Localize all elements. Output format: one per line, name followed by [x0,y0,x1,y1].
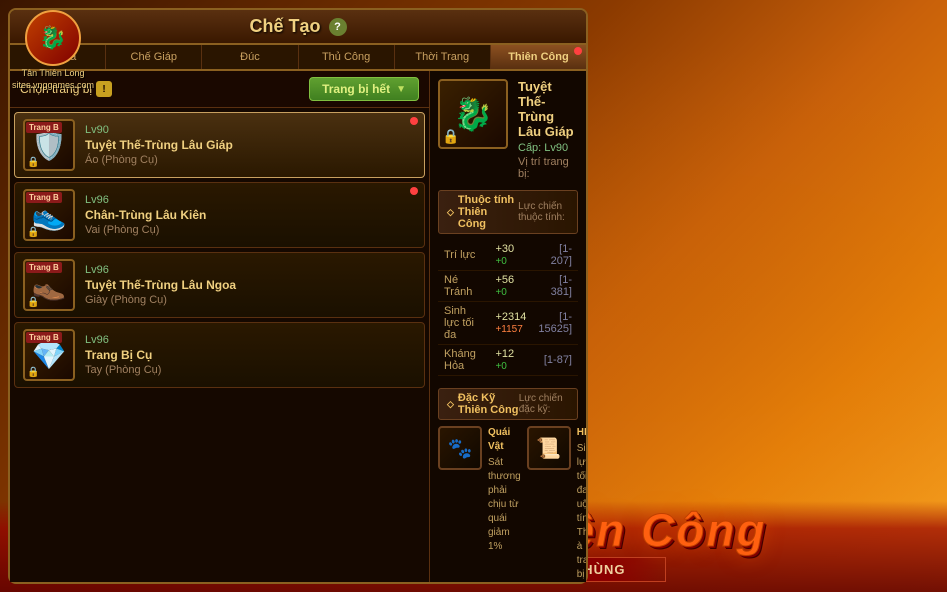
equip-badge: Trang B [26,262,62,273]
tab-thoi-trang[interactable]: Thời Trang [395,45,491,69]
main-panel: Chế Tạo ? May Vá Chế Giáp Đúc Thủ Công T… [8,8,588,584]
logo-subtext: sites.vnggames.com [12,80,94,90]
equip-details: Lv96 Trang Bị Cụ Tay (Phòng Cụ) [85,334,416,376]
item-position: Vị trí trang bị: [518,156,578,180]
equip-type: Vai (Phòng Cụ) [85,224,416,236]
equip-list[interactable]: 🛡️ Trang B 🔒 Lv90 Tuyệt Thế-Trùng Lâu Gi… [10,108,429,582]
stat-bonus: +0 [495,361,506,372]
special-desc: HP Sinh lực tối đa uộc tính Thiê à trang… [577,426,586,582]
equip-name: Tuyệt Thế-Trùng Lâu Giáp [85,138,416,152]
equip-type: Áo (Phòng Cụ) [85,154,416,166]
equip-level: Lv96 [85,264,416,276]
lock-icon: 🔒 [27,367,39,378]
tab-duc[interactable]: Đúc [202,45,298,69]
stat-range: [1-207] [532,240,578,271]
equip-badge: Trang B [26,332,62,343]
stats-table: Trí lực +30 +0 [1-207] Né Tránh +56 +0 [… [438,240,578,376]
stat-range: [1-87] [532,345,578,376]
stat-name: Kháng Hỏa [438,345,489,376]
attributes-header: Thuộc tính Thiên Công Lực chiến thuộc tí… [438,190,578,234]
equip-level: Lv90 [85,124,416,136]
equip-icon: 🛡️ Trang B 🔒 [23,119,75,171]
stat-bonus: +0 [495,287,506,298]
title-bar: Chế Tạo ? [10,10,586,45]
equip-type: Tay (Phòng Cụ) [85,364,416,376]
stat-value: +12 +0 [489,345,532,376]
equip-dot [410,117,418,125]
warning-icon: ! [96,81,112,97]
item-title: Tuyệt Thế-Trùng Lâu Giáp [518,79,578,139]
lock-icon: 🔒 [27,227,39,238]
tab-thien-cong[interactable]: Thiên Công [491,45,586,69]
stat-range: [1-381] [532,271,578,302]
item-level: Cấp: Lv90 [518,142,578,154]
item-big-icon: 🐉 🔒 [438,79,508,149]
stat-range: [1-15625] [532,302,578,345]
logo-area: 🐉 Tân Thiên Long sites.vnggames.com [12,10,94,90]
equip-type: Giày (Phòng Cụ) [85,294,416,306]
stat-name: Né Tránh [438,271,489,302]
equip-item[interactable]: 👞 Trang B 🔒 Lv96 Tuyệt Thế-Trùng Lâu Ngo… [14,252,425,318]
help-button[interactable]: ? [329,18,347,36]
item-lock-icon: 🔒 [442,128,459,145]
content-area: Chọn trang bị ! Trang bị hết ▼ 🛡️ Trang … [10,71,586,582]
equip-details: Lv90 Tuyệt Thế-Trùng Lâu Giáp Áo (Phòng … [85,124,416,166]
stat-value: +56 +0 [489,271,532,302]
equip-details: Lv96 Chân-Trùng Lâu Kiên Vai (Phòng Cụ) [85,194,416,236]
equip-dot [410,187,418,195]
special-header: Đặc Kỹ Thiên Công Lực chiến đặc kỹ: [438,388,578,420]
tab-notification [574,47,582,55]
attributes-title: Thuộc tính Thiên Công [447,194,518,230]
equip-item[interactable]: 🛡️ Trang B 🔒 Lv90 Tuyệt Thế-Trùng Lâu Gi… [14,112,425,178]
equip-name: Trang Bị Cụ [85,348,416,362]
equip-icon: 👞 Trang B 🔒 [23,259,75,311]
equip-badge: Trang B [26,192,62,203]
stat-bonus: +0 [495,256,506,267]
lock-icon: 🔒 [27,297,39,308]
equip-icon: 👟 Trang B 🔒 [23,189,75,241]
right-panel: 🐉 🔒 Tuyệt Thế-Trùng Lâu Giáp Cấp: Lv90 V… [430,71,586,582]
item-header: 🐉 🔒 Tuyệt Thế-Trùng Lâu Giáp Cấp: Lv90 V… [438,79,578,180]
stat-row: Né Tránh +56 +0 [1-381] [438,271,578,302]
equip-name: Tuyệt Thế-Trùng Lâu Ngoa [85,278,416,292]
stat-row: Sinh lực tối đa +2314 +1157 [1-15625] [438,302,578,345]
left-panel: Chọn trang bị ! Trang bị hết ▼ 🛡️ Trang … [10,71,430,582]
equip-item[interactable]: 💎 Trang B 🔒 Lv96 Trang Bị Cụ Tay (Phòng … [14,322,425,388]
stat-value: +2314 +1157 [489,302,532,345]
equip-dropdown[interactable]: Trang bị hết ▼ [309,77,419,101]
special-label: Quái Vật [488,426,521,454]
stat-bonus: +1157 [495,324,522,335]
equip-icon: 💎 Trang B 🔒 [23,329,75,381]
stat-name: Sinh lực tối đa [438,302,489,345]
equip-level: Lv96 [85,194,416,206]
special-label: HP [577,426,586,440]
logo-icon: 🐉 [25,10,81,66]
equip-level: Lv96 [85,334,416,346]
stat-row: Trí lực +30 +0 [1-207] [438,240,578,271]
panel-title: Chế Tạo [249,16,320,37]
item-info: Tuyệt Thế-Trùng Lâu Giáp Cấp: Lv90 Vị tr… [518,79,578,180]
special-icon: 📜 [527,426,571,470]
logo-text: Tân Thiên Long [22,68,85,78]
tab-bar: May Vá Chế Giáp Đúc Thủ Công Thời Trang … [10,45,586,71]
tab-thu-cong[interactable]: Thủ Công [299,45,395,69]
special-item: 📜 HP Sinh lực tối đa uộc tính Thiê à tra… [527,426,586,582]
special-title: Đặc Kỹ Thiên Công [447,392,519,416]
lock-icon: 🔒 [27,157,39,168]
stat-value: +30 +0 [489,240,532,271]
tab-che-giap[interactable]: Chế Giáp [106,45,202,69]
special-subtitle: Lực chiến đặc kỹ: [519,393,569,415]
special-item: 🐾 Quái Vật Sát thương phải chịu từ quái … [438,426,521,582]
equip-item[interactable]: 👟 Trang B 🔒 Lv96 Chân-Trùng Lâu Kiên Vai… [14,182,425,248]
special-items: 🐾 Quái Vật Sát thương phải chịu từ quái … [438,426,578,582]
equip-details: Lv96 Tuyệt Thế-Trùng Lâu Ngoa Giày (Phòn… [85,264,416,306]
equip-name: Chân-Trùng Lâu Kiên [85,208,416,222]
dropdown-arrow-icon: ▼ [396,84,406,95]
equip-badge: Trang B [26,122,62,133]
stat-name: Trí lực [438,240,489,271]
special-desc: Quái Vật Sát thương phải chịu từ quái gi… [488,426,521,582]
stat-row: Kháng Hỏa +12 +0 [1-87] [438,345,578,376]
special-icon: 🐾 [438,426,482,470]
attributes-subtitle: Lực chiến thuộc tính: [518,201,569,223]
